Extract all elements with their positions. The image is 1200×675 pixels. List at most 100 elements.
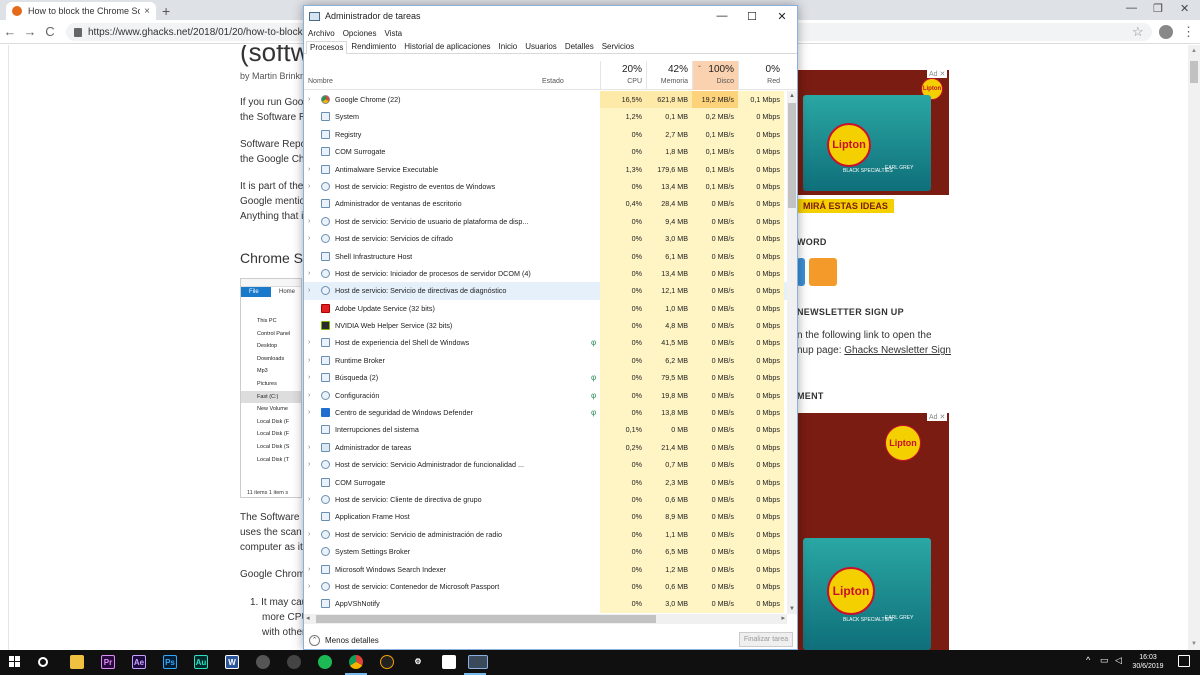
process-row[interactable]: › Host de servicio: Servicio de directiva… bbox=[304, 282, 787, 300]
taskbar-clock[interactable]: 16:03 30/6/2019 bbox=[1128, 653, 1168, 671]
premiere-icon[interactable]: Pr bbox=[101, 655, 115, 669]
expand-chevron-icon[interactable]: › bbox=[308, 526, 316, 543]
bookmark-star-icon[interactable]: ☆ bbox=[1132, 24, 1144, 40]
process-row[interactable]: › Host de servicio: Servicios de cifrado 0… bbox=[304, 230, 787, 248]
process-row[interactable]: › Administrador de tareas 0,2% 21,4 MB 0 MB/… bbox=[304, 438, 787, 457]
expand-chevron-icon[interactable] bbox=[308, 248, 316, 265]
browser-close-button[interactable]: ✕ bbox=[1180, 2, 1189, 15]
col-disk-header[interactable]: ⌄ 100% Disco bbox=[692, 61, 738, 90]
expand-chevron-icon[interactable]: › bbox=[308, 282, 316, 299]
settings-gear-icon[interactable]: ⚙ bbox=[411, 655, 425, 669]
process-row[interactable]: › Antimalware Service Executable 1,3% 179,6… bbox=[304, 160, 787, 178]
expand-chevron-icon[interactable] bbox=[308, 126, 316, 143]
expand-chevron-icon[interactable]: › bbox=[308, 334, 316, 351]
ad-choices-label[interactable]: Ad ✕ bbox=[927, 413, 948, 421]
process-row[interactable]: › Host de servicio: Servicio de usuario d… bbox=[304, 212, 787, 231]
photoshop-icon[interactable]: Ps bbox=[163, 655, 177, 669]
expand-chevron-icon[interactable]: › bbox=[308, 578, 316, 595]
tm-titlebar[interactable]: Administrador de tareas — ☐ ✕ bbox=[304, 6, 797, 26]
process-row[interactable]: › Búsqueda (2) φ 0% 79,5 MB 0 MB/s 0 Mbps bbox=[304, 369, 787, 387]
col-mem-header[interactable]: 42% Memoria bbox=[646, 61, 692, 90]
network-icon[interactable]: ▭ bbox=[1100, 655, 1109, 666]
plex-icon[interactable] bbox=[380, 655, 394, 669]
expand-chevron-icon[interactable] bbox=[308, 300, 316, 317]
chrome-icon[interactable] bbox=[349, 655, 363, 669]
col-name-header[interactable]: Nombre bbox=[308, 78, 333, 85]
process-row[interactable]: › Host de servicio: Registro de eventos d… bbox=[304, 177, 787, 196]
end-task-button[interactable]: Finalizar tarea bbox=[739, 632, 793, 647]
tab-procesos[interactable]: Procesos bbox=[306, 41, 348, 54]
process-row[interactable]: › Host de servicio: Servicio Administrado… bbox=[304, 456, 787, 474]
expand-chevron-icon[interactable]: › bbox=[308, 491, 316, 508]
expand-chevron-icon[interactable]: › bbox=[308, 369, 316, 386]
ad-choices-label[interactable]: Ad ✕ bbox=[927, 70, 948, 78]
process-row[interactable]: › Host de servicio: Contenedor de Microso… bbox=[304, 577, 787, 596]
process-row[interactable]: COM Surrogate 0% 1,8 MB 0,1 MB/s 0 Mbps bbox=[304, 143, 787, 161]
tm-scroll-right-icon[interactable]: ▸ bbox=[781, 614, 785, 624]
expand-chevron-icon[interactable]: › bbox=[308, 161, 316, 178]
tab-close-icon[interactable]: × bbox=[144, 6, 150, 17]
chevron-up-icon[interactable]: ⌃ bbox=[309, 634, 320, 646]
menu-opciones[interactable]: Opciones bbox=[343, 29, 377, 38]
expand-chevron-icon[interactable] bbox=[308, 543, 316, 560]
after-effects-icon[interactable]: Ae bbox=[132, 655, 146, 669]
tm-vertical-scrollbar[interactable]: ▲ ▼ bbox=[787, 91, 797, 614]
tm-scroll-up-icon[interactable]: ▲ bbox=[789, 93, 795, 99]
expand-chevron-icon[interactable]: › bbox=[308, 456, 316, 473]
tm-minimize-button[interactable]: — bbox=[707, 10, 737, 22]
process-row[interactable]: Interrupciones del sistema 0,1% 0 MB 0 MB/s… bbox=[304, 421, 787, 439]
expand-chevron-icon[interactable]: › bbox=[308, 352, 316, 369]
process-row[interactable]: › Runtime Broker 0% 6,2 MB 0 MB/s 0 Mbps bbox=[304, 351, 787, 370]
browser-maximize-button[interactable]: ❐ bbox=[1153, 2, 1163, 15]
process-row[interactable]: Adobe Update Service (32 bits) 0% 1,0 MB 0 … bbox=[304, 299, 787, 318]
process-row[interactable]: System Settings Broker 0% 6,5 MB 0 MB/s 0 Mb… bbox=[304, 543, 787, 561]
new-tab-button[interactable]: + bbox=[162, 3, 170, 19]
col-cpu-header[interactable]: 20% CPU bbox=[600, 61, 646, 90]
newsletter-link[interactable]: Ghacks Newsletter Sign bbox=[844, 345, 951, 356]
process-row[interactable]: System 1,2% 0,1 MB 0,2 MB/s 0 Mbps bbox=[304, 108, 787, 126]
tm-hscroll-thumb[interactable] bbox=[316, 615, 656, 623]
col-state-header[interactable]: Estado bbox=[542, 78, 564, 85]
process-row[interactable]: › Host de experiencia del Shell de Window… bbox=[304, 334, 787, 352]
lipton-ad-bottom[interactable]: Ad ✕ Lipton Lipton BLACK SPECIALTIES EAR… bbox=[797, 413, 949, 650]
forward-button[interactable]: → bbox=[20, 24, 40, 39]
tab-rendimiento[interactable]: Rendimiento bbox=[347, 40, 400, 53]
expand-chevron-icon[interactable] bbox=[308, 508, 316, 525]
profile-avatar[interactable] bbox=[1159, 25, 1173, 39]
expand-chevron-icon[interactable]: › bbox=[308, 387, 316, 404]
tm-vscroll-thumb[interactable] bbox=[788, 103, 796, 208]
volume-icon[interactable]: ◁ bbox=[1115, 655, 1122, 666]
expand-chevron-icon[interactable] bbox=[308, 143, 316, 160]
expand-chevron-icon[interactable] bbox=[308, 317, 316, 334]
browser-minimize-button[interactable]: — bbox=[1126, 2, 1137, 14]
tray-up-icon[interactable]: ^ bbox=[1086, 655, 1090, 665]
page-scroll-thumb[interactable] bbox=[1190, 61, 1198, 83]
process-row[interactable]: Administrador de ventanas de escritorio 0… bbox=[304, 195, 787, 213]
process-row[interactable]: › Host de servicio: Servicio de administr… bbox=[304, 525, 787, 544]
expand-chevron-icon[interactable] bbox=[308, 474, 316, 491]
tm-scroll-left-icon[interactable]: ◂ bbox=[306, 614, 310, 624]
tm-horizontal-scrollbar[interactable]: ◂ ▸ bbox=[304, 614, 787, 624]
expand-chevron-icon[interactable]: › bbox=[308, 91, 316, 108]
process-row[interactable]: NVIDIA Web Helper Service (32 bits) 0% 4,8… bbox=[304, 317, 787, 335]
tm-maximize-button[interactable]: ☐ bbox=[737, 10, 767, 23]
expand-chevron-icon[interactable]: › bbox=[308, 178, 316, 195]
process-row[interactable]: Application Frame Host 0% 8,9 MB 0 MB/s 0 Mb… bbox=[304, 508, 787, 526]
tab-usuarios[interactable]: Usuarios bbox=[521, 40, 561, 53]
process-row[interactable]: › Microsoft Windows Search Indexer 0% 1,2 M… bbox=[304, 560, 787, 578]
app-icon[interactable] bbox=[287, 655, 301, 669]
resolve-icon[interactable] bbox=[256, 655, 270, 669]
process-row[interactable]: › Centro de seguridad de Windows Defender… bbox=[304, 404, 787, 422]
expand-chevron-icon[interactable]: › bbox=[308, 561, 316, 578]
expand-chevron-icon[interactable] bbox=[308, 421, 316, 438]
process-row[interactable]: › Host de servicio: Iniciador de procesos… bbox=[304, 264, 787, 283]
col-net-header[interactable]: 0% Red bbox=[738, 61, 784, 90]
browser-menu-button[interactable]: ⋮ bbox=[1182, 24, 1195, 40]
menu-archivo[interactable]: Archivo bbox=[308, 29, 335, 38]
expand-chevron-icon[interactable]: › bbox=[308, 265, 316, 282]
expand-chevron-icon[interactable]: › bbox=[308, 213, 316, 230]
process-row[interactable]: AppVShNotify 0% 3,0 MB 0 MB/s 0 Mbps bbox=[304, 595, 787, 613]
process-row[interactable]: › Google Chrome (22) 16,5% 621,8 MB 19,2 MB/… bbox=[304, 91, 787, 109]
expand-chevron-icon[interactable] bbox=[308, 195, 316, 212]
process-row[interactable]: Shell Infrastructure Host 0% 6,1 MB 0 MB/s 0… bbox=[304, 247, 787, 265]
